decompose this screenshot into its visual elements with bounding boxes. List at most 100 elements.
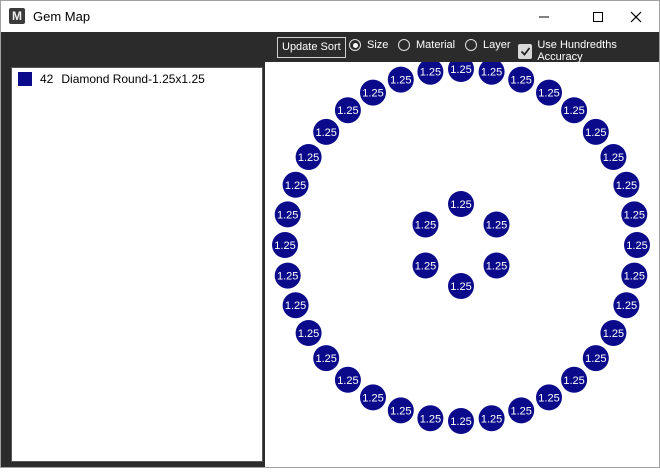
svg-text:1.25: 1.25 <box>315 127 336 139</box>
radio-selected-icon <box>349 39 361 51</box>
svg-text:1.25: 1.25 <box>390 405 411 417</box>
svg-text:1.25: 1.25 <box>415 261 436 273</box>
svg-text:1.25: 1.25 <box>285 180 306 192</box>
gem-marker[interactable]: 1.25 <box>536 384 562 411</box>
gem-marker[interactable]: 1.25 <box>360 79 386 106</box>
gem-map-panel[interactable]: 1.25 1.25 1.25 1.25 1.25 1.25 1.25 1.25 1.25 1.25… <box>265 56 659 467</box>
gem-marker[interactable]: 1.25 <box>274 201 301 228</box>
gem-marker[interactable]: 1.25 <box>478 58 505 85</box>
gem-marker[interactable]: 1.25 <box>508 66 535 93</box>
gem-map-canvas[interactable]: 1.25 1.25 1.25 1.25 1.25 1.25 1.25 1.25 1.25 1.25… <box>265 56 659 467</box>
svg-text:1.25: 1.25 <box>585 127 606 139</box>
svg-text:1.25: 1.25 <box>277 209 298 221</box>
gem-marker[interactable]: 1.25 <box>334 97 361 124</box>
gem-marker[interactable]: 1.25 <box>448 191 474 217</box>
svg-text:1.25: 1.25 <box>274 240 295 252</box>
gem-marker[interactable]: 1.25 <box>621 201 648 228</box>
svg-text:1.25: 1.25 <box>390 75 411 87</box>
gem-marker[interactable]: 1.25 <box>313 118 340 145</box>
svg-text:1.25: 1.25 <box>450 199 471 211</box>
svg-text:1.25: 1.25 <box>616 300 637 312</box>
svg-text:1.25: 1.25 <box>538 392 559 404</box>
sort-material-label: Material <box>416 39 456 51</box>
main-area: 42 Diamond Round-1.25x1.25 1.25 1.25 1.25 1… <box>1 56 659 467</box>
gem-marker[interactable]: 1.25 <box>448 56 474 82</box>
svg-text:1.25: 1.25 <box>337 105 358 117</box>
svg-text:1.25: 1.25 <box>486 261 507 273</box>
gem-marker[interactable]: 1.25 <box>274 262 301 289</box>
gem-marker[interactable]: 1.25 <box>334 366 361 393</box>
gem-marker[interactable]: 1.25 <box>313 345 340 372</box>
gem-marker[interactable]: 1.25 <box>387 397 414 424</box>
gem-marker[interactable]: 1.25 <box>295 320 322 346</box>
gem-marker[interactable]: 1.25 <box>600 320 627 346</box>
sort-layer-radio[interactable]: Layer <box>465 39 511 51</box>
gem-marker[interactable]: 1.25 <box>624 232 650 258</box>
toolbar: Update Sort Size Material Layer Use Hund… <box>1 32 659 63</box>
sort-size-radio[interactable]: Size <box>349 39 388 51</box>
svg-text:1.25: 1.25 <box>603 328 624 340</box>
gem-marker[interactable]: 1.25 <box>448 273 474 299</box>
svg-text:1.25: 1.25 <box>626 240 647 252</box>
maximize-icon <box>593 11 603 22</box>
gem-marker[interactable]: 1.25 <box>508 397 535 424</box>
sort-material-radio[interactable]: Material <box>398 39 455 51</box>
gem-marker[interactable]: 1.25 <box>387 66 414 93</box>
gem-marker[interactable]: 1.25 <box>621 262 648 289</box>
minimize-icon <box>539 16 549 17</box>
gem-marker[interactable]: 1.25 <box>613 171 640 198</box>
gem-marker[interactable]: 1.25 <box>478 405 505 432</box>
gem-marker[interactable]: 1.25 <box>561 97 588 124</box>
hundredths-accuracy-checkbox[interactable]: Use Hundredths Accuracy <box>518 39 659 63</box>
gem-marker[interactable]: 1.25 <box>282 171 309 198</box>
svg-text:1.25: 1.25 <box>315 353 336 365</box>
gem-marker[interactable]: 1.25 <box>613 292 640 319</box>
gem-marker[interactable]: 1.25 <box>272 232 298 258</box>
svg-text:1.25: 1.25 <box>538 88 559 100</box>
gem-marker[interactable]: 1.25 <box>582 345 609 372</box>
gem-marker[interactable]: 1.25 <box>360 384 386 411</box>
svg-text:1.25: 1.25 <box>420 413 441 425</box>
update-sort-button[interactable]: Update Sort <box>277 37 346 58</box>
svg-text:1.25: 1.25 <box>616 180 637 192</box>
gem-marker[interactable]: 1.25 <box>412 252 439 279</box>
svg-text:1.25: 1.25 <box>450 281 471 293</box>
svg-text:1.25: 1.25 <box>362 88 383 100</box>
svg-text:1.25: 1.25 <box>563 105 584 117</box>
svg-text:1.25: 1.25 <box>563 375 584 387</box>
svg-text:1.25: 1.25 <box>337 375 358 387</box>
svg-text:1.25: 1.25 <box>285 300 306 312</box>
gem-marker[interactable]: 1.25 <box>417 58 444 85</box>
gem-marker[interactable]: 1.25 <box>582 118 609 145</box>
gem-marker[interactable]: 1.25 <box>448 408 474 434</box>
radio-unselected-icon <box>465 39 477 51</box>
svg-text:1.25: 1.25 <box>450 64 471 76</box>
gem-list-item[interactable]: 42 Diamond Round-1.25x1.25 <box>18 72 205 86</box>
gem-marker[interactable]: 1.25 <box>600 144 627 170</box>
gem-marker[interactable]: 1.25 <box>483 252 510 279</box>
minimize-button[interactable] <box>521 1 567 32</box>
gem-color-swatch <box>18 72 32 86</box>
title-bar[interactable]: M Gem Map <box>1 1 659 32</box>
svg-text:1.25: 1.25 <box>277 271 298 283</box>
gem-marker[interactable]: 1.25 <box>536 79 562 106</box>
gem-marker[interactable]: 1.25 <box>412 211 439 238</box>
svg-text:1.25: 1.25 <box>510 75 531 87</box>
gem-name: Diamond Round-1.25x1.25 <box>61 72 205 86</box>
close-button[interactable] <box>613 1 659 32</box>
hundredths-accuracy-label: Use Hundredths Accuracy <box>537 39 617 63</box>
svg-text:1.25: 1.25 <box>415 220 436 232</box>
sort-size-label: Size <box>367 39 389 51</box>
gem-count: 42 <box>40 72 54 86</box>
svg-text:1.25: 1.25 <box>420 67 441 79</box>
svg-text:1.25: 1.25 <box>486 220 507 232</box>
gem-marker[interactable]: 1.25 <box>561 366 588 393</box>
gem-marker[interactable]: 1.25 <box>282 292 309 319</box>
svg-text:1.25: 1.25 <box>481 67 502 79</box>
gem-marker[interactable]: 1.25 <box>295 144 322 170</box>
gem-list-panel[interactable]: 42 Diamond Round-1.25x1.25 <box>11 67 263 462</box>
svg-text:1.25: 1.25 <box>362 392 383 404</box>
gem-marker[interactable]: 1.25 <box>417 405 444 432</box>
svg-text:1.25: 1.25 <box>481 413 502 425</box>
gem-marker[interactable]: 1.25 <box>483 211 510 238</box>
